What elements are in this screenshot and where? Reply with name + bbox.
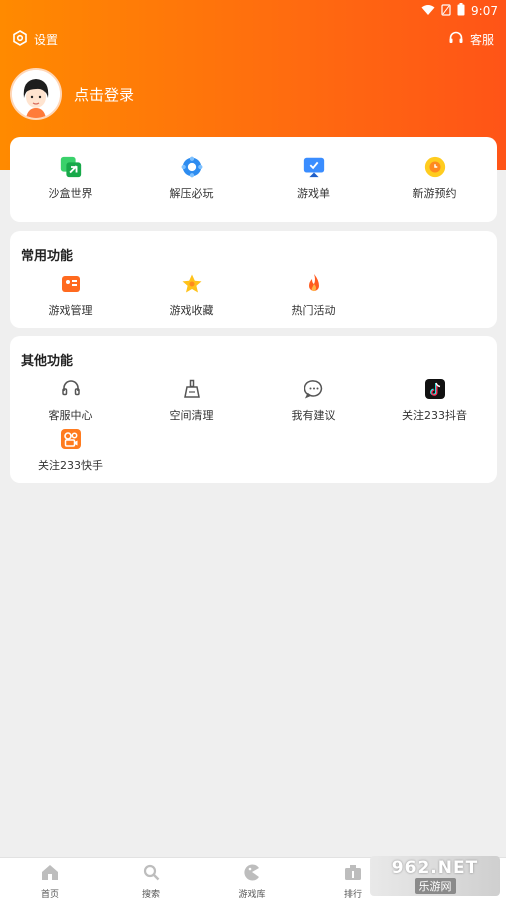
function-label: 关注233快手 xyxy=(38,459,103,472)
nav-label: 排行 xyxy=(343,890,362,900)
nav-home[interactable]: 首页 xyxy=(0,864,100,900)
follow-kuaishou-item[interactable]: 关注233快手 xyxy=(10,427,131,473)
space-cleanup-item[interactable]: 空间清理 xyxy=(131,377,252,423)
follow-douyin-item[interactable]: 关注233抖音 xyxy=(374,377,495,423)
entry-label: 沙盒世界 xyxy=(48,187,93,200)
function-label: 我有建议 xyxy=(291,409,336,422)
other-functions-card: 其他功能 客服中心 空间清理 我有建议 关注233抖音 关注233快手 xyxy=(10,336,497,483)
function-label: 空间清理 xyxy=(169,409,214,422)
sandbox-world-entry[interactable]: 沙盒世界 xyxy=(10,155,131,201)
top-bar: 设置 客服 xyxy=(12,28,494,50)
service-label: 客服 xyxy=(469,32,494,47)
status-time: 9:07 xyxy=(471,4,498,18)
function-label: 关注233抖音 xyxy=(402,409,467,422)
star-icon xyxy=(180,272,204,296)
kuaishou-icon xyxy=(59,427,83,451)
search-icon xyxy=(143,864,160,884)
settings-label: 设置 xyxy=(34,32,59,47)
entry-label: 游戏单 xyxy=(297,187,330,200)
wifi-icon xyxy=(421,4,435,19)
headset-icon xyxy=(448,30,464,49)
chat-icon xyxy=(302,377,326,401)
watermark-brand: 962.NET xyxy=(391,858,479,878)
decompress-entry[interactable]: 解压必玩 xyxy=(131,155,252,201)
game-list-icon xyxy=(302,155,326,179)
nav-label: 首页 xyxy=(40,890,59,900)
function-label: 客服中心 xyxy=(48,409,93,422)
nav-label: 搜索 xyxy=(141,890,160,900)
entry-label: 新游预约 xyxy=(412,187,457,200)
watermark-sub: 乐游网 xyxy=(414,878,456,894)
decompress-icon xyxy=(180,155,204,179)
battery-icon xyxy=(457,3,465,19)
game-library-icon xyxy=(243,864,261,884)
headset-icon xyxy=(59,377,83,401)
common-functions-card: 常用功能 游戏管理 游戏收藏 热门活动 xyxy=(10,231,497,328)
new-game-reserve-entry[interactable]: 新游预约 xyxy=(374,155,495,201)
function-label: 热门活动 xyxy=(291,304,336,317)
nav-search[interactable]: 搜索 xyxy=(101,864,201,900)
hot-events-item[interactable]: 热门活动 xyxy=(253,272,374,318)
game-favorites-item[interactable]: 游戏收藏 xyxy=(131,272,252,318)
login-link[interactable]: 点击登录 xyxy=(74,84,134,105)
customer-service-center-item[interactable]: 客服中心 xyxy=(10,377,131,423)
section-title: 常用功能 xyxy=(21,249,74,264)
customer-service-button[interactable]: 客服 xyxy=(448,30,494,49)
fire-icon xyxy=(302,272,326,296)
broom-icon xyxy=(180,377,204,401)
gear-icon xyxy=(12,29,28,49)
home-icon xyxy=(41,864,59,884)
function-label: 游戏管理 xyxy=(48,304,93,317)
game-manage-icon xyxy=(59,272,83,296)
suggestion-item[interactable]: 我有建议 xyxy=(253,377,374,423)
entry-label: 解压必玩 xyxy=(169,187,214,200)
game-manage-item[interactable]: 游戏管理 xyxy=(10,272,131,318)
sim-icon xyxy=(441,3,451,19)
ranking-icon xyxy=(344,864,362,884)
quick-entry-card: 沙盒世界 解压必玩 游戏单 新游预约 xyxy=(10,137,497,222)
profile-section[interactable]: 点击登录 xyxy=(10,68,134,120)
function-label: 游戏收藏 xyxy=(169,304,214,317)
settings-button[interactable]: 设置 xyxy=(12,29,59,49)
status-bar: 9:07 xyxy=(0,0,506,22)
game-list-entry[interactable]: 游戏单 xyxy=(253,155,374,201)
reserve-icon xyxy=(423,155,447,179)
nav-game-library[interactable]: 游戏库 xyxy=(202,864,302,900)
section-title: 其他功能 xyxy=(21,354,74,369)
douyin-icon xyxy=(423,377,447,401)
avatar[interactable] xyxy=(10,68,62,120)
nav-label: 游戏库 xyxy=(238,890,266,900)
sandbox-icon xyxy=(59,155,83,179)
watermark-logo: 962.NET 乐游网 xyxy=(370,856,500,896)
